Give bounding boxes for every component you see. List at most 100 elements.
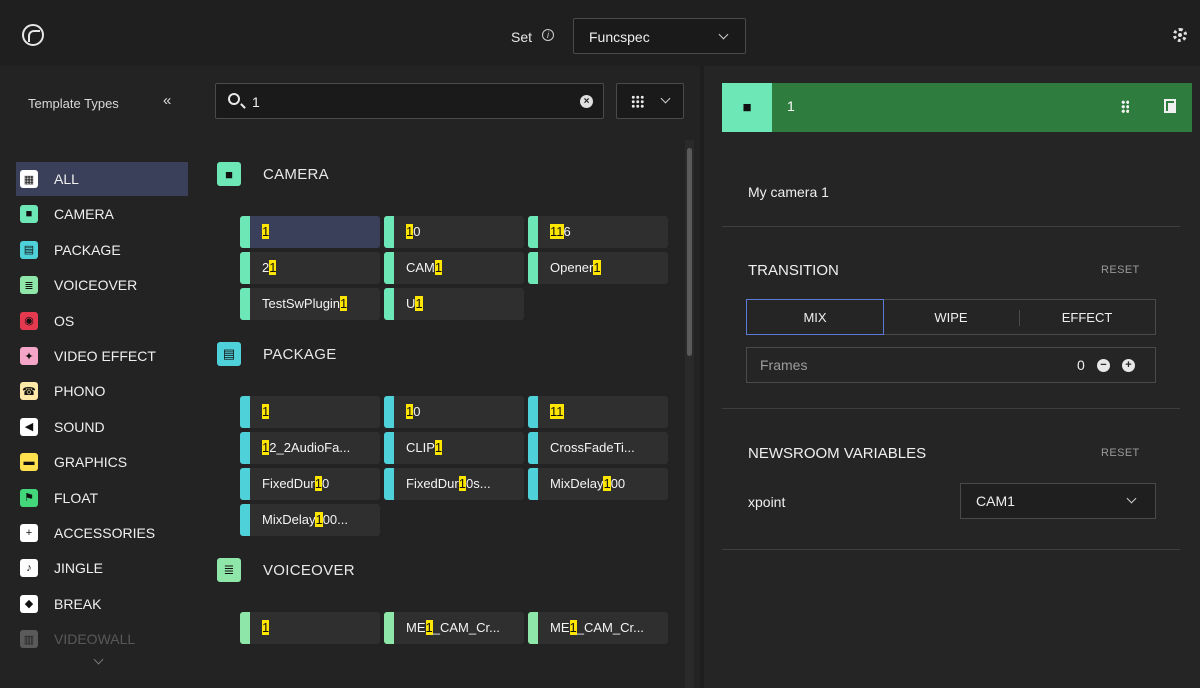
- template-card[interactable]: CAM1: [384, 252, 524, 284]
- card-label: U1: [406, 296, 423, 311]
- search-input[interactable]: [252, 92, 552, 112]
- sidebar-item-package[interactable]: ▤ PACKAGE: [16, 233, 188, 267]
- template-card[interactable]: ME1_CAM_Cr...: [528, 612, 668, 644]
- template-card[interactable]: 12_2AudioFa...: [240, 432, 380, 464]
- card-color-bar: [528, 468, 538, 500]
- sidebar-item-break[interactable]: ◆ BREAK: [16, 587, 188, 621]
- sidebar-item-label: PACKAGE: [54, 241, 121, 258]
- set-label: Set: [511, 29, 533, 45]
- template-card[interactable]: MixDelay100...: [240, 504, 380, 536]
- template-card[interactable]: MixDelay100: [528, 468, 668, 500]
- top-bar: Set i Funcspec: [0, 0, 1200, 66]
- frames-value[interactable]: 0: [1077, 357, 1085, 373]
- template-card[interactable]: 1: [240, 216, 380, 248]
- sidebar-item-videowall[interactable]: ▥ VIDEOWALL: [16, 622, 188, 656]
- drag-handle-icon[interactable]: [1121, 100, 1129, 113]
- search-match-highlight: 1: [269, 260, 277, 275]
- scrollbar-thumb[interactable]: [687, 148, 692, 356]
- detail-name: 1: [787, 98, 795, 114]
- template-card[interactable]: 1: [240, 396, 380, 428]
- divider: [722, 549, 1180, 550]
- sidebar-item-float[interactable]: ⚑ FLOAT: [16, 481, 188, 515]
- template-card[interactable]: 21: [240, 252, 380, 284]
- transition-mix-button[interactable]: MIX: [746, 299, 884, 335]
- card-color-bar: [240, 252, 250, 284]
- detail-description: My camera 1: [748, 184, 829, 200]
- sidebar-item-label: VOICEOVER: [54, 277, 138, 294]
- sidebar-item-accessories[interactable]: + ACCESSORIES: [16, 516, 188, 550]
- sidebar-item-label: FLOAT: [54, 489, 99, 506]
- card-label-text: CAM: [406, 260, 435, 275]
- card-label: MixDelay100...: [262, 512, 348, 527]
- sidebar-item-sound[interactable]: ◀ SOUND: [16, 410, 188, 444]
- card-color-bar: [528, 612, 538, 644]
- sidebar-item-camera[interactable]: ■ CAMERA: [16, 197, 188, 231]
- card-label-text: U: [406, 296, 416, 311]
- card-label: 11: [550, 404, 564, 419]
- card-label-text: MixDelay: [262, 512, 316, 527]
- copy-icon[interactable]: [1164, 99, 1176, 113]
- card-label-text: 0s...: [465, 476, 491, 491]
- sidebar-item-graphics[interactable]: ▬ GRAPHICS: [16, 445, 188, 479]
- transition-type-group: MIX WIPE EFFECT: [746, 299, 1156, 335]
- info-icon[interactable]: i: [542, 29, 554, 41]
- template-card[interactable]: ME1_CAM_Cr...: [384, 612, 524, 644]
- collapse-sidebar-icon[interactable]: «: [163, 92, 171, 109]
- sidebar-item-phono[interactable]: ☎ PHONO: [16, 374, 188, 408]
- search-match-highlight: 1: [262, 224, 270, 239]
- card-label: 116: [550, 224, 571, 239]
- card-label-text: _CAM_Cr...: [576, 620, 644, 635]
- template-card[interactable]: CrossFadeTi...: [528, 432, 668, 464]
- template-card[interactable]: Opener1: [528, 252, 668, 284]
- search-match-highlight: 1: [340, 296, 348, 311]
- template-card[interactable]: CLIP1: [384, 432, 524, 464]
- xpoint-select[interactable]: CAM1: [960, 483, 1156, 519]
- plus-icon[interactable]: +: [1122, 359, 1135, 372]
- chevron-down-icon: [660, 93, 671, 104]
- card-label-text: 2_2AudioFa...: [269, 440, 351, 455]
- template-card[interactable]: 1: [240, 612, 380, 644]
- card-label: Opener1: [550, 260, 601, 275]
- sidebar-item-voiceover[interactable]: ≣ VOICEOVER: [16, 268, 188, 302]
- template-card[interactable]: 10: [384, 216, 524, 248]
- sidebar-item-video-effect[interactable]: ✦ VIDEO EFFECT: [16, 339, 188, 373]
- sidebar-item-all[interactable]: ▦ ALL: [16, 162, 188, 196]
- template-card[interactable]: TestSwPlugin1: [240, 288, 380, 320]
- frames-stepper[interactable]: Frames 0 − +: [746, 347, 1156, 383]
- voiceover-icon: ≣: [20, 276, 38, 295]
- grid-view-icon: [631, 95, 644, 108]
- search-box[interactable]: ×: [215, 83, 604, 119]
- transition-wipe-button[interactable]: WIPE: [883, 300, 1019, 334]
- sidebar-item-label: BREAK: [54, 595, 102, 612]
- template-card[interactable]: 116: [528, 216, 668, 248]
- divider: [722, 226, 1180, 227]
- clear-search-icon[interactable]: ×: [580, 95, 593, 108]
- card-label-text: 6: [563, 224, 571, 239]
- template-card[interactable]: FixedDur10: [240, 468, 380, 500]
- effect-icon: ✦: [20, 347, 38, 365]
- sidebar-item-jingle[interactable]: ♪ JINGLE: [16, 551, 188, 585]
- frames-label: Frames: [760, 357, 808, 373]
- sidebar-item-os[interactable]: ◉ OS: [16, 304, 188, 338]
- card-label-text: 0: [321, 476, 330, 491]
- view-mode-select[interactable]: [616, 83, 684, 119]
- minus-icon[interactable]: −: [1097, 359, 1110, 372]
- search-match-highlight: 1: [569, 620, 577, 635]
- camera-icon: ■: [722, 83, 772, 132]
- card-label-text: ME: [406, 620, 426, 635]
- template-card[interactable]: 10: [384, 396, 524, 428]
- set-select[interactable]: Funcspec: [573, 18, 746, 54]
- template-card[interactable]: FixedDur10s...: [384, 468, 524, 500]
- card-color-bar: [240, 216, 250, 248]
- transition-reset-button[interactable]: RESET: [1101, 264, 1140, 276]
- newsroom-reset-button[interactable]: RESET: [1101, 447, 1140, 459]
- sidebar-item-label: PHONO: [54, 383, 106, 400]
- transition-effect-button[interactable]: EFFECT: [1019, 300, 1155, 334]
- template-card[interactable]: U1: [384, 288, 524, 320]
- flag-icon: ⚑: [20, 488, 38, 507]
- gear-icon[interactable]: [1173, 28, 1187, 42]
- card-label-text: Opener: [550, 260, 594, 275]
- card-label-text: MixDelay: [550, 476, 604, 491]
- template-card[interactable]: 11: [528, 396, 668, 428]
- search-match-highlight: 1: [458, 476, 466, 491]
